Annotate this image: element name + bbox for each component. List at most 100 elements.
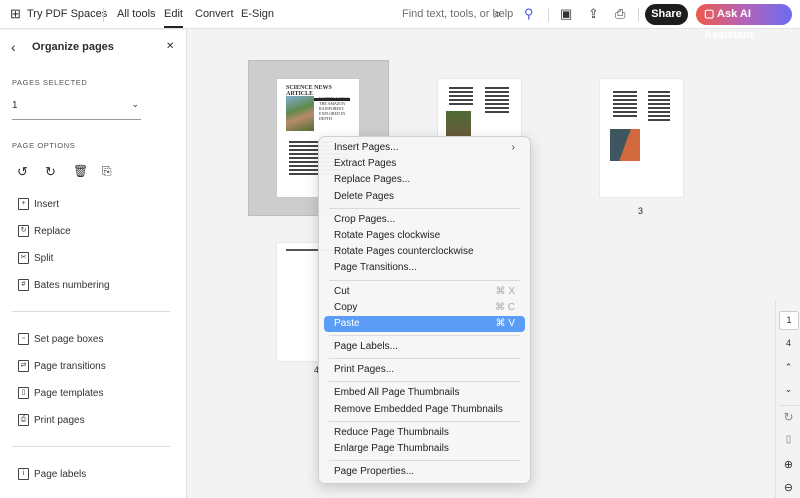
rotate-left-icon[interactable]: ↺ xyxy=(17,164,28,180)
current-page-input[interactable]: 1 xyxy=(779,311,799,330)
page-labels-option[interactable]: i Page labels xyxy=(18,468,86,480)
back-icon[interactable]: ‹ xyxy=(11,39,16,55)
page-boxes-icon: ▫ xyxy=(18,333,29,345)
pdf-spaces-icon: ⊞ xyxy=(10,6,21,21)
menu-item-embed-all-page-thumbnails[interactable]: Embed All Page Thumbnails xyxy=(324,385,525,401)
menu-item-label: Extract Pages xyxy=(334,158,397,170)
menu-separator xyxy=(329,420,520,422)
menu-item-reduce-page-thumbnails[interactable]: Reduce Page Thumbnails xyxy=(324,425,525,441)
next-page-icon[interactable]: ⌄ xyxy=(776,384,800,395)
insert-option[interactable]: + Insert xyxy=(18,198,59,210)
page-thumbnail-3[interactable] xyxy=(600,79,683,197)
menu-item-label: Rotate Pages clockwise xyxy=(334,229,441,241)
page-labels-icon: i xyxy=(18,468,29,480)
menu-item-rotate-pages-clockwise[interactable]: Rotate Pages clockwise xyxy=(324,228,525,244)
rotate-view-icon[interactable]: ↻ xyxy=(776,410,800,424)
menu-item-label: Rotate Pages counterclockwise xyxy=(334,246,474,258)
submenu-chevron-icon: › xyxy=(511,142,515,153)
menu-item-label: Replace Pages... xyxy=(334,174,411,186)
menu-item-label: Delete Pages xyxy=(334,190,395,202)
menu-item-page-properties[interactable]: Page Properties... xyxy=(324,464,525,480)
menu-item-enlarge-page-thumbnails[interactable]: Enlarge Page Thumbnails xyxy=(324,441,525,457)
menu-item-label: Enlarge Page Thumbnails xyxy=(334,443,449,454)
article-headline: EARTH'S LUNGS: THE AMAZON RAINFOREST, EX… xyxy=(319,96,351,121)
extract-icon[interactable]: ⎘ xyxy=(102,164,112,179)
try-pdf-spaces-link[interactable]: Try PDF Spaces xyxy=(27,8,107,20)
ai-tools-icon[interactable]: ⚲ xyxy=(524,7,534,20)
page-templates-label: Page templates xyxy=(34,387,104,399)
menu-item-label: Print Pages... xyxy=(334,364,395,376)
shortcut-label: ⌘ C xyxy=(495,301,515,313)
set-page-boxes-label: Set page boxes xyxy=(34,333,104,345)
zoom-in-icon[interactable]: ⊕ xyxy=(776,458,800,471)
page-transitions-label: Page transitions xyxy=(34,360,106,372)
ai-icon: ▢ xyxy=(704,8,718,20)
menu-item-extract-pages[interactable]: Extract Pages xyxy=(324,156,525,172)
replace-option[interactable]: ↻ Replace xyxy=(18,225,71,237)
share-button[interactable]: Share xyxy=(645,4,688,25)
pages-selected-label: PAGES SELECTED xyxy=(12,78,88,87)
menu-item-rotate-pages-counterclockwise[interactable]: Rotate Pages counterclockwise xyxy=(324,244,525,260)
menu-item-cut[interactable]: Cut ⌘ X xyxy=(324,284,525,300)
menu-separator xyxy=(329,358,520,360)
insert-label: Insert xyxy=(34,198,60,210)
menu-item-label: Remove Embedded Page Thumbnails xyxy=(334,403,503,415)
close-icon[interactable]: ✕ xyxy=(166,41,174,52)
page-labels-label: Page labels xyxy=(34,468,87,480)
menu-item-paste[interactable]: Paste ⌘ V xyxy=(324,315,525,333)
tab-all-tools[interactable]: All tools xyxy=(117,8,156,20)
templates-icon: ▯ xyxy=(18,387,29,399)
print-pages-option[interactable]: ⎙ Print pages xyxy=(18,414,85,426)
split-option[interactable]: ✂ Split xyxy=(18,252,53,264)
replace-icon: ↻ xyxy=(18,225,29,237)
menu-item-delete-pages[interactable]: Delete Pages xyxy=(324,189,525,205)
menu-separator xyxy=(329,279,520,281)
page-transitions-option[interactable]: ⇄ Page transitions xyxy=(18,360,106,372)
menu-item-label: Copy xyxy=(334,301,358,313)
menu-item-crop-pages[interactable]: Crop Pages... xyxy=(324,212,525,228)
aerial-photo xyxy=(610,129,640,161)
menu-item-remove-embedded-page-thumbnails[interactable]: Remove Embedded Page Thumbnails xyxy=(324,402,525,418)
replace-label: Replace xyxy=(34,225,71,237)
ask-ai-assistant-button[interactable]: ▢ Ask AI Assistant xyxy=(696,4,792,41)
menu-item-page-transitions[interactable]: Page Transitions... xyxy=(324,260,525,276)
menu-item-insert-pages[interactable]: Insert Pages... › xyxy=(324,140,525,156)
menu-item-label: Reduce Page Thumbnails xyxy=(334,426,449,438)
previous-page-icon[interactable]: ⌃ xyxy=(776,362,800,373)
print-pages-icon: ⎙ xyxy=(18,414,29,426)
tab-e-sign[interactable]: E-Sign xyxy=(241,8,274,20)
actual-size-icon[interactable]: ▯ xyxy=(776,434,800,445)
set-page-boxes-option[interactable]: ▫ Set page boxes xyxy=(18,333,104,345)
upload-icon[interactable]: ⇪ xyxy=(588,7,599,20)
bates-numbering-option[interactable]: # Bates numbering xyxy=(18,279,110,291)
zoom-out-icon[interactable]: ⊖ xyxy=(776,481,800,494)
menu-item-copy[interactable]: Copy ⌘ C xyxy=(324,300,525,316)
tab-edit[interactable]: Edit xyxy=(164,8,183,28)
shortcut-label: ⌘ X xyxy=(495,285,515,297)
deer-photo xyxy=(446,111,471,137)
page-templates-option[interactable]: ▯ Page templates xyxy=(18,387,104,399)
page-options-label: PAGE OPTIONS xyxy=(12,141,76,150)
menu-item-print-pages[interactable]: Print Pages... xyxy=(324,362,525,378)
context-menu: Insert Pages... › Extract Pages Replace Pag… xyxy=(318,136,531,484)
tab-convert[interactable]: Convert xyxy=(195,8,234,20)
menu-item-label: Cut xyxy=(334,285,350,297)
menu-item-label: Crop Pages... xyxy=(334,213,396,225)
page-number-3: 3 xyxy=(638,206,644,216)
bates-icon: # xyxy=(18,279,29,291)
organize-pages-panel: ‹ Organize pages ✕ PAGES SELECTED 1 ⌄ PA… xyxy=(0,30,187,498)
menu-item-page-labels[interactable]: Page Labels... xyxy=(324,339,525,355)
menu-item-label: Page Properties... xyxy=(334,466,415,478)
panel-title: Organize pages xyxy=(32,41,114,53)
pages-selected-dropdown[interactable]: 1 ⌄ xyxy=(12,99,141,120)
menu-item-replace-pages[interactable]: Replace Pages... xyxy=(324,172,525,188)
menu-separator xyxy=(329,207,520,209)
chevron-down-icon: ⌄ xyxy=(131,99,139,109)
print-icon[interactable]: ⎙ xyxy=(615,7,625,20)
menu-item-label: Embed All Page Thumbnails xyxy=(334,387,460,399)
delete-icon[interactable]: 🗑 xyxy=(73,164,88,178)
search-icon[interactable]: ⌕ xyxy=(494,7,501,20)
save-icon[interactable]: ▣ xyxy=(560,7,572,20)
rotate-right-icon[interactable]: ↻ xyxy=(45,164,56,180)
shortcut-label: ⌘ V xyxy=(495,317,515,329)
